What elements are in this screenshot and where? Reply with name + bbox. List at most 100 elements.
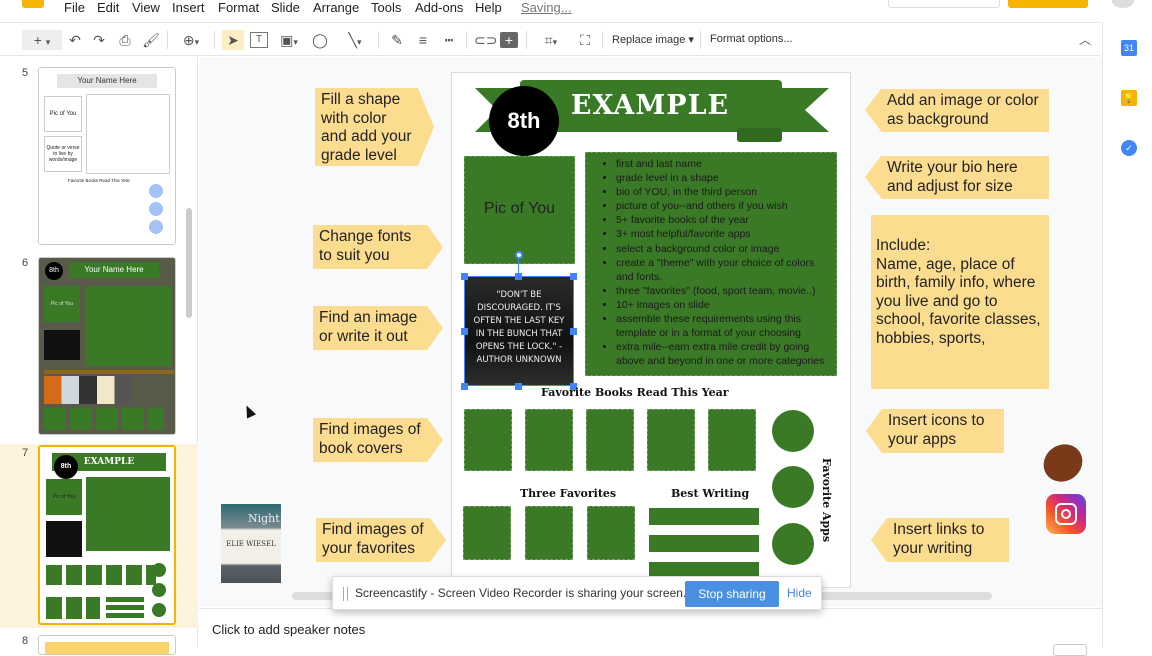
requirement-item: bio of YOU, in the third person bbox=[616, 185, 830, 199]
resize-handle[interactable] bbox=[570, 328, 577, 335]
bio-box[interactable]: Include: Name, age, place of birth, fami… bbox=[871, 215, 1049, 389]
print-icon[interactable]: ⎙ bbox=[116, 30, 134, 50]
text-box-icon[interactable]: T bbox=[250, 32, 268, 48]
reset-image-icon[interactable]: ⛶ bbox=[575, 30, 595, 50]
book-slot[interactable] bbox=[525, 409, 573, 471]
menu-view[interactable]: View bbox=[132, 0, 160, 15]
select-icon[interactable]: ➤ bbox=[222, 30, 244, 50]
explore-button[interactable] bbox=[1053, 644, 1087, 656]
resize-handle[interactable] bbox=[515, 273, 522, 280]
hide-button[interactable]: Hide bbox=[787, 586, 812, 600]
grade-badge[interactable]: 8th bbox=[489, 86, 559, 156]
link-icon[interactable]: ⊂⊃ bbox=[474, 30, 497, 50]
slide-thumbnail-6[interactable]: Your Name Here 8th Pic of You bbox=[38, 257, 176, 435]
pic-of-you-box[interactable]: Pic of You bbox=[464, 156, 575, 264]
present-button[interactable] bbox=[888, 0, 1000, 8]
redo-icon[interactable]: ↷ bbox=[90, 30, 108, 50]
collapse-toolbar-icon[interactable]: ︿ bbox=[1076, 30, 1094, 50]
book-title: Night bbox=[248, 512, 280, 525]
slide-number: 7 bbox=[22, 447, 29, 459]
requirements-list: first and last namegrade level in a shap… bbox=[598, 157, 830, 368]
save-status[interactable]: Saving... bbox=[521, 0, 572, 15]
rotate-handle[interactable] bbox=[515, 251, 523, 259]
thumb-pic: Pic of You bbox=[46, 479, 82, 515]
callout-fonts[interactable]: Change fonts to suit you bbox=[313, 225, 443, 269]
requirement-item: grade level in a shape bbox=[616, 171, 830, 185]
menu-arrange[interactable]: Arrange bbox=[313, 0, 359, 15]
tasks-icon[interactable]: ✓ bbox=[1121, 140, 1137, 156]
border-weight-icon[interactable]: ≡ bbox=[414, 30, 432, 50]
requirements-box[interactable]: first and last namegrade level in a shap… bbox=[585, 152, 837, 376]
menu-addons[interactable]: Add-ons bbox=[415, 0, 463, 15]
new-slide-button[interactable]: + ▾ bbox=[22, 30, 62, 50]
menu-tools[interactable]: Tools bbox=[371, 0, 401, 15]
image-icon[interactable]: ▣▾ bbox=[274, 30, 304, 50]
share-button[interactable] bbox=[1008, 0, 1088, 8]
writing-label[interactable]: Best Writing bbox=[671, 487, 749, 500]
favorites-label[interactable]: Three Favorites bbox=[520, 487, 616, 500]
crop-icon[interactable]: ⌗▾ bbox=[534, 30, 568, 50]
pen-icon[interactable]: ✎ bbox=[388, 30, 406, 50]
resize-handle[interactable] bbox=[515, 383, 522, 390]
resize-handle[interactable] bbox=[461, 273, 468, 280]
callout-image[interactable]: Find an image or write it out bbox=[313, 306, 443, 350]
filmstrip-scrollbar[interactable] bbox=[186, 208, 192, 318]
slide-thumbnail-7[interactable]: EXAMPLE 8th Pic of You bbox=[38, 445, 176, 625]
thumb-title: Your Name Here bbox=[69, 262, 159, 278]
callout-grade-level[interactable]: Fill a shape with color and add your gra… bbox=[315, 88, 434, 166]
paint-format-icon[interactable]: 🖌 bbox=[142, 30, 160, 50]
resize-handle[interactable] bbox=[570, 273, 577, 280]
replace-image-button[interactable]: Replace image ▾ bbox=[612, 33, 694, 46]
side-panel: 31 💡 ✓ bbox=[1102, 22, 1152, 648]
zoom-icon[interactable]: ⊕▾ bbox=[176, 30, 206, 50]
app-slot[interactable] bbox=[772, 523, 814, 565]
callout-favorites[interactable]: Find images of your favorites bbox=[316, 518, 446, 562]
favorite-slot[interactable] bbox=[463, 506, 511, 560]
drag-handle-icon[interactable] bbox=[343, 587, 348, 601]
thumb-list bbox=[85, 286, 171, 366]
thumb-badge: 8th bbox=[54, 455, 78, 479]
format-options-button[interactable]: Format options... bbox=[710, 33, 793, 45]
menu-help[interactable]: Help bbox=[475, 0, 502, 15]
favorite-slot[interactable] bbox=[587, 506, 635, 560]
callout-links[interactable]: Insert links to your writing bbox=[871, 518, 1009, 562]
menu-format[interactable]: Format bbox=[218, 0, 259, 15]
callout-background[interactable]: Add an image or color as background bbox=[865, 89, 1049, 132]
keep-icon[interactable]: 💡 bbox=[1121, 90, 1137, 106]
writing-link-slot[interactable] bbox=[649, 535, 759, 552]
add-comment-icon[interactable]: + bbox=[500, 32, 518, 48]
speaker-notes[interactable]: Click to add speaker notes bbox=[199, 608, 1102, 656]
menu-file[interactable]: File bbox=[64, 0, 85, 15]
slides-logo-icon[interactable] bbox=[22, 0, 44, 8]
slide-title[interactable]: EXAMPLE bbox=[560, 90, 740, 121]
menu-insert[interactable]: Insert bbox=[172, 0, 205, 15]
book-slot[interactable] bbox=[647, 409, 695, 471]
shape-icon[interactable]: ◯ bbox=[310, 30, 330, 50]
book-slot[interactable] bbox=[586, 409, 634, 471]
undo-icon[interactable]: ↶ bbox=[66, 30, 84, 50]
avatar[interactable] bbox=[1112, 0, 1134, 8]
app-slot[interactable] bbox=[772, 466, 814, 508]
favorite-slot[interactable] bbox=[525, 506, 573, 560]
stop-sharing-button[interactable]: Stop sharing bbox=[685, 581, 779, 607]
menu-edit[interactable]: Edit bbox=[97, 0, 119, 15]
writing-link-slot[interactable] bbox=[649, 508, 759, 525]
callout-icons[interactable]: Insert icons to your apps bbox=[866, 409, 1004, 453]
callout-book-covers[interactable]: Find images of book covers bbox=[313, 418, 443, 462]
book-slot[interactable] bbox=[464, 409, 512, 471]
instagram-lens bbox=[1061, 509, 1071, 519]
border-dash-icon[interactable]: ┅ bbox=[440, 30, 458, 50]
resize-handle[interactable] bbox=[461, 383, 468, 390]
line-icon[interactable]: ╲▾ bbox=[338, 30, 372, 50]
app-slot[interactable] bbox=[772, 410, 814, 452]
calendar-icon[interactable]: 31 bbox=[1121, 40, 1137, 56]
slide-thumbnail-8[interactable] bbox=[38, 635, 176, 655]
menu-slide[interactable]: Slide bbox=[271, 0, 300, 15]
callout-bio[interactable]: Write your bio here and adjust for size bbox=[865, 156, 1049, 199]
books-label[interactable]: Favorite Books Read This Year bbox=[541, 386, 729, 399]
book-slot[interactable] bbox=[708, 409, 756, 471]
notes-placeholder[interactable]: Click to add speaker notes bbox=[212, 622, 365, 637]
apps-label[interactable]: Favorite Apps bbox=[820, 458, 833, 542]
slide-thumbnail-5[interactable]: Your Name Here Pic of You Quote or verse… bbox=[38, 67, 176, 245]
resize-handle[interactable] bbox=[461, 328, 468, 335]
